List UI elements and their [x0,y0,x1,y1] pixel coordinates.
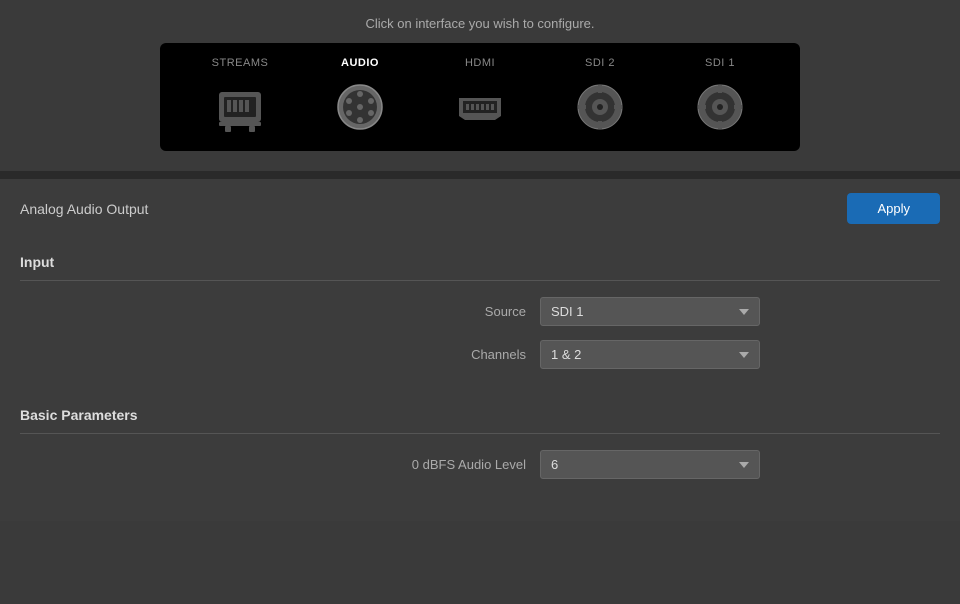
config-section: Analog Audio Output Apply Input Source S… [0,179,960,521]
bottom-padding [0,501,960,521]
sdi1-icon [690,77,750,137]
channels-select[interactable]: 1 & 2 3 & 4 5 & 6 7 & 8 [540,340,760,369]
basic-params-section: Basic Parameters 0 dBFS Audio Level 0 2 … [0,391,960,501]
streams-label: STREAMS [212,57,269,69]
input-section: Input Source SDI 1 SDI 2 HDMI STREAMS Ch… [0,238,960,391]
top-section: Click on interface you wish to configure… [0,0,960,171]
interface-item-sdi1[interactable]: SDI 1 [690,57,750,137]
dbfs-label: 0 dBFS Audio Level [412,457,526,472]
hdmi-label: HDMI [465,57,495,69]
input-divider [20,280,940,281]
sdi1-label: SDI 1 [705,57,735,69]
input-section-title: Input [20,254,940,270]
interface-item-hdmi[interactable]: HDMI [450,57,510,137]
sdi2-label: SDI 2 [585,57,615,69]
channels-row: Channels 1 & 2 3 & 4 5 & 6 7 & 8 [20,340,940,369]
dbfs-row: 0 dBFS Audio Level 0 2 4 6 8 10 [20,450,940,479]
source-label: Source [485,304,526,319]
config-header: Analog Audio Output Apply [0,179,960,238]
sdi2-icon [570,77,630,137]
apply-button[interactable]: Apply [847,193,940,224]
basic-params-divider [20,433,940,434]
basic-params-title: Basic Parameters [20,407,940,423]
audio-label: AUDIO [341,57,379,69]
interface-item-sdi2[interactable]: SDI 2 [570,57,630,137]
dbfs-select[interactable]: 0 2 4 6 8 10 [540,450,760,479]
source-select[interactable]: SDI 1 SDI 2 HDMI STREAMS [540,297,760,326]
hdmi-icon [450,77,510,137]
config-title: Analog Audio Output [20,201,148,217]
instruction-text: Click on interface you wish to configure… [20,16,940,31]
interface-item-streams[interactable]: STREAMS [210,57,270,137]
section-divider [0,171,960,179]
audio-icon [330,77,390,137]
channels-label: Channels [471,347,526,362]
interface-item-audio[interactable]: AUDIO [330,57,390,137]
interface-panel: STREAMS AUDIO [160,43,800,151]
streams-icon [210,77,270,137]
source-row: Source SDI 1 SDI 2 HDMI STREAMS [20,297,940,326]
